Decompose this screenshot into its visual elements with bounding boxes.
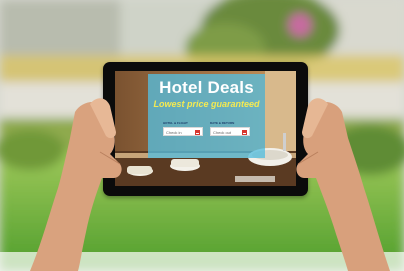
calendar-icon[interactable] — [242, 130, 247, 135]
left-hand — [30, 98, 122, 271]
page-title: Hotel Deals — [159, 78, 254, 97]
checkin-field[interactable]: HOTEL & FLIGHT Check in — [163, 121, 203, 151]
photo-scene: Hotel Deals Lowest price guaranteed HOTE… — [0, 0, 404, 271]
checkin-heading: HOTEL & FLIGHT — [163, 121, 188, 125]
tablet: Hotel Deals Lowest price guaranteed HOTE… — [103, 62, 308, 196]
right-hand — [296, 98, 390, 271]
page-subtitle: Lowest price guaranteed — [153, 99, 260, 109]
checkout-input[interactable]: Check out — [210, 127, 250, 136]
promo-panel: Hotel Deals Lowest price guaranteed HOTE… — [148, 74, 265, 158]
checkout-field[interactable]: DATE & RETURN Check out — [210, 121, 250, 151]
checkout-heading: DATE & RETURN — [210, 121, 235, 125]
tablet-screen: Hotel Deals Lowest price guaranteed HOTE… — [115, 71, 296, 186]
calendar-icon[interactable] — [195, 130, 200, 135]
checkin-label: Check in — [166, 130, 182, 135]
checkout-label: Check out — [213, 130, 232, 135]
booking-form: HOTEL & FLIGHT Check in DATE & RETURN Ch… — [163, 121, 250, 151]
checkin-input[interactable]: Check in — [163, 127, 203, 136]
